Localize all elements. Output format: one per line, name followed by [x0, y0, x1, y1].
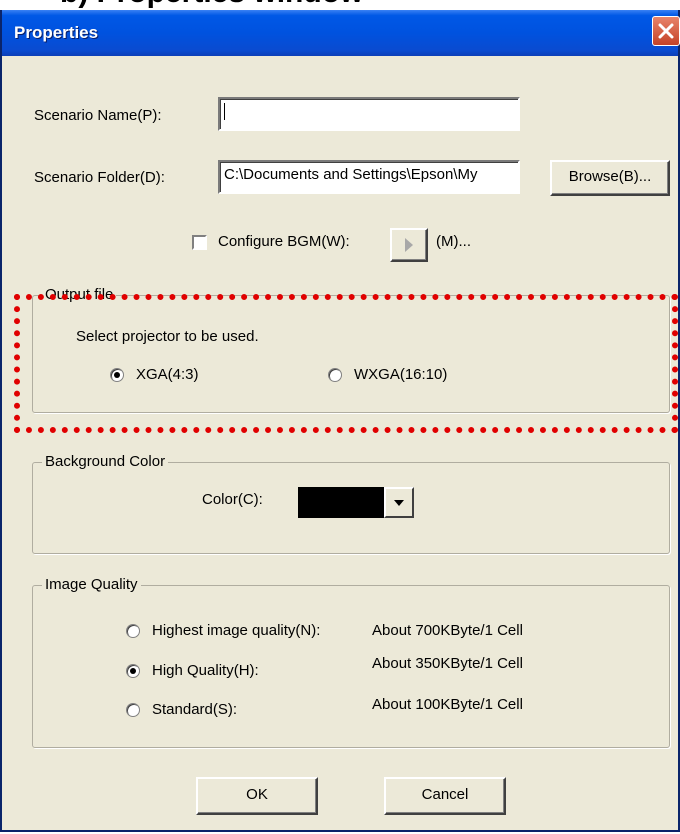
- highest-quality-label: Highest image quality(N):: [152, 622, 321, 639]
- standard-quality-radio[interactable]: [126, 703, 140, 717]
- music-select-label[interactable]: (M)...: [436, 233, 471, 250]
- cancel-button[interactable]: Cancel: [384, 777, 506, 815]
- color-dropdown-button[interactable]: [384, 487, 414, 518]
- highest-quality-size: About 700KByte/1 Cell: [372, 622, 523, 639]
- close-icon: [658, 23, 674, 39]
- scenario-name-input[interactable]: [218, 97, 520, 131]
- high-quality-radio[interactable]: [126, 664, 140, 678]
- configure-bgm-label: Configure BGM(W):: [218, 233, 350, 250]
- scenario-folder-label: Scenario Folder(D):: [34, 169, 165, 186]
- high-quality-size: About 350KByte/1 Cell: [372, 655, 523, 672]
- color-swatch[interactable]: [298, 487, 384, 518]
- title-bar[interactable]: Properties: [2, 10, 680, 56]
- highest-quality-radio[interactable]: [126, 624, 140, 638]
- browse-button[interactable]: Browse(B)...: [550, 160, 670, 196]
- highlight-annotation: [14, 294, 678, 433]
- play-icon: [405, 238, 413, 252]
- standard-quality-size: About 100KByte/1 Cell: [372, 696, 523, 713]
- high-quality-label: High Quality(H):: [152, 662, 259, 679]
- text-caret: [224, 103, 225, 120]
- scenario-folder-value: C:\Documents and Settings\Epson\My: [224, 166, 478, 183]
- background-color-group-label: Background Color: [42, 453, 169, 470]
- window-title: Properties: [14, 23, 99, 42]
- configure-bgm-checkbox[interactable]: [192, 235, 207, 250]
- standard-quality-label: Standard(S):: [152, 701, 238, 718]
- chevron-down-icon: [394, 500, 404, 506]
- radio-selected-dot: [130, 668, 136, 674]
- scenario-name-label: Scenario Name(P):: [34, 107, 162, 124]
- partial-heading: b) Properties window: [60, 0, 363, 10]
- scenario-folder-input[interactable]: C:\Documents and Settings\Epson\My: [218, 160, 520, 194]
- image-quality-group-label: Image Quality: [42, 576, 141, 593]
- color-label: Color(C):: [202, 491, 263, 508]
- play-bgm-button[interactable]: [390, 228, 428, 262]
- close-button[interactable]: [652, 16, 680, 46]
- ok-button[interactable]: OK: [196, 777, 318, 815]
